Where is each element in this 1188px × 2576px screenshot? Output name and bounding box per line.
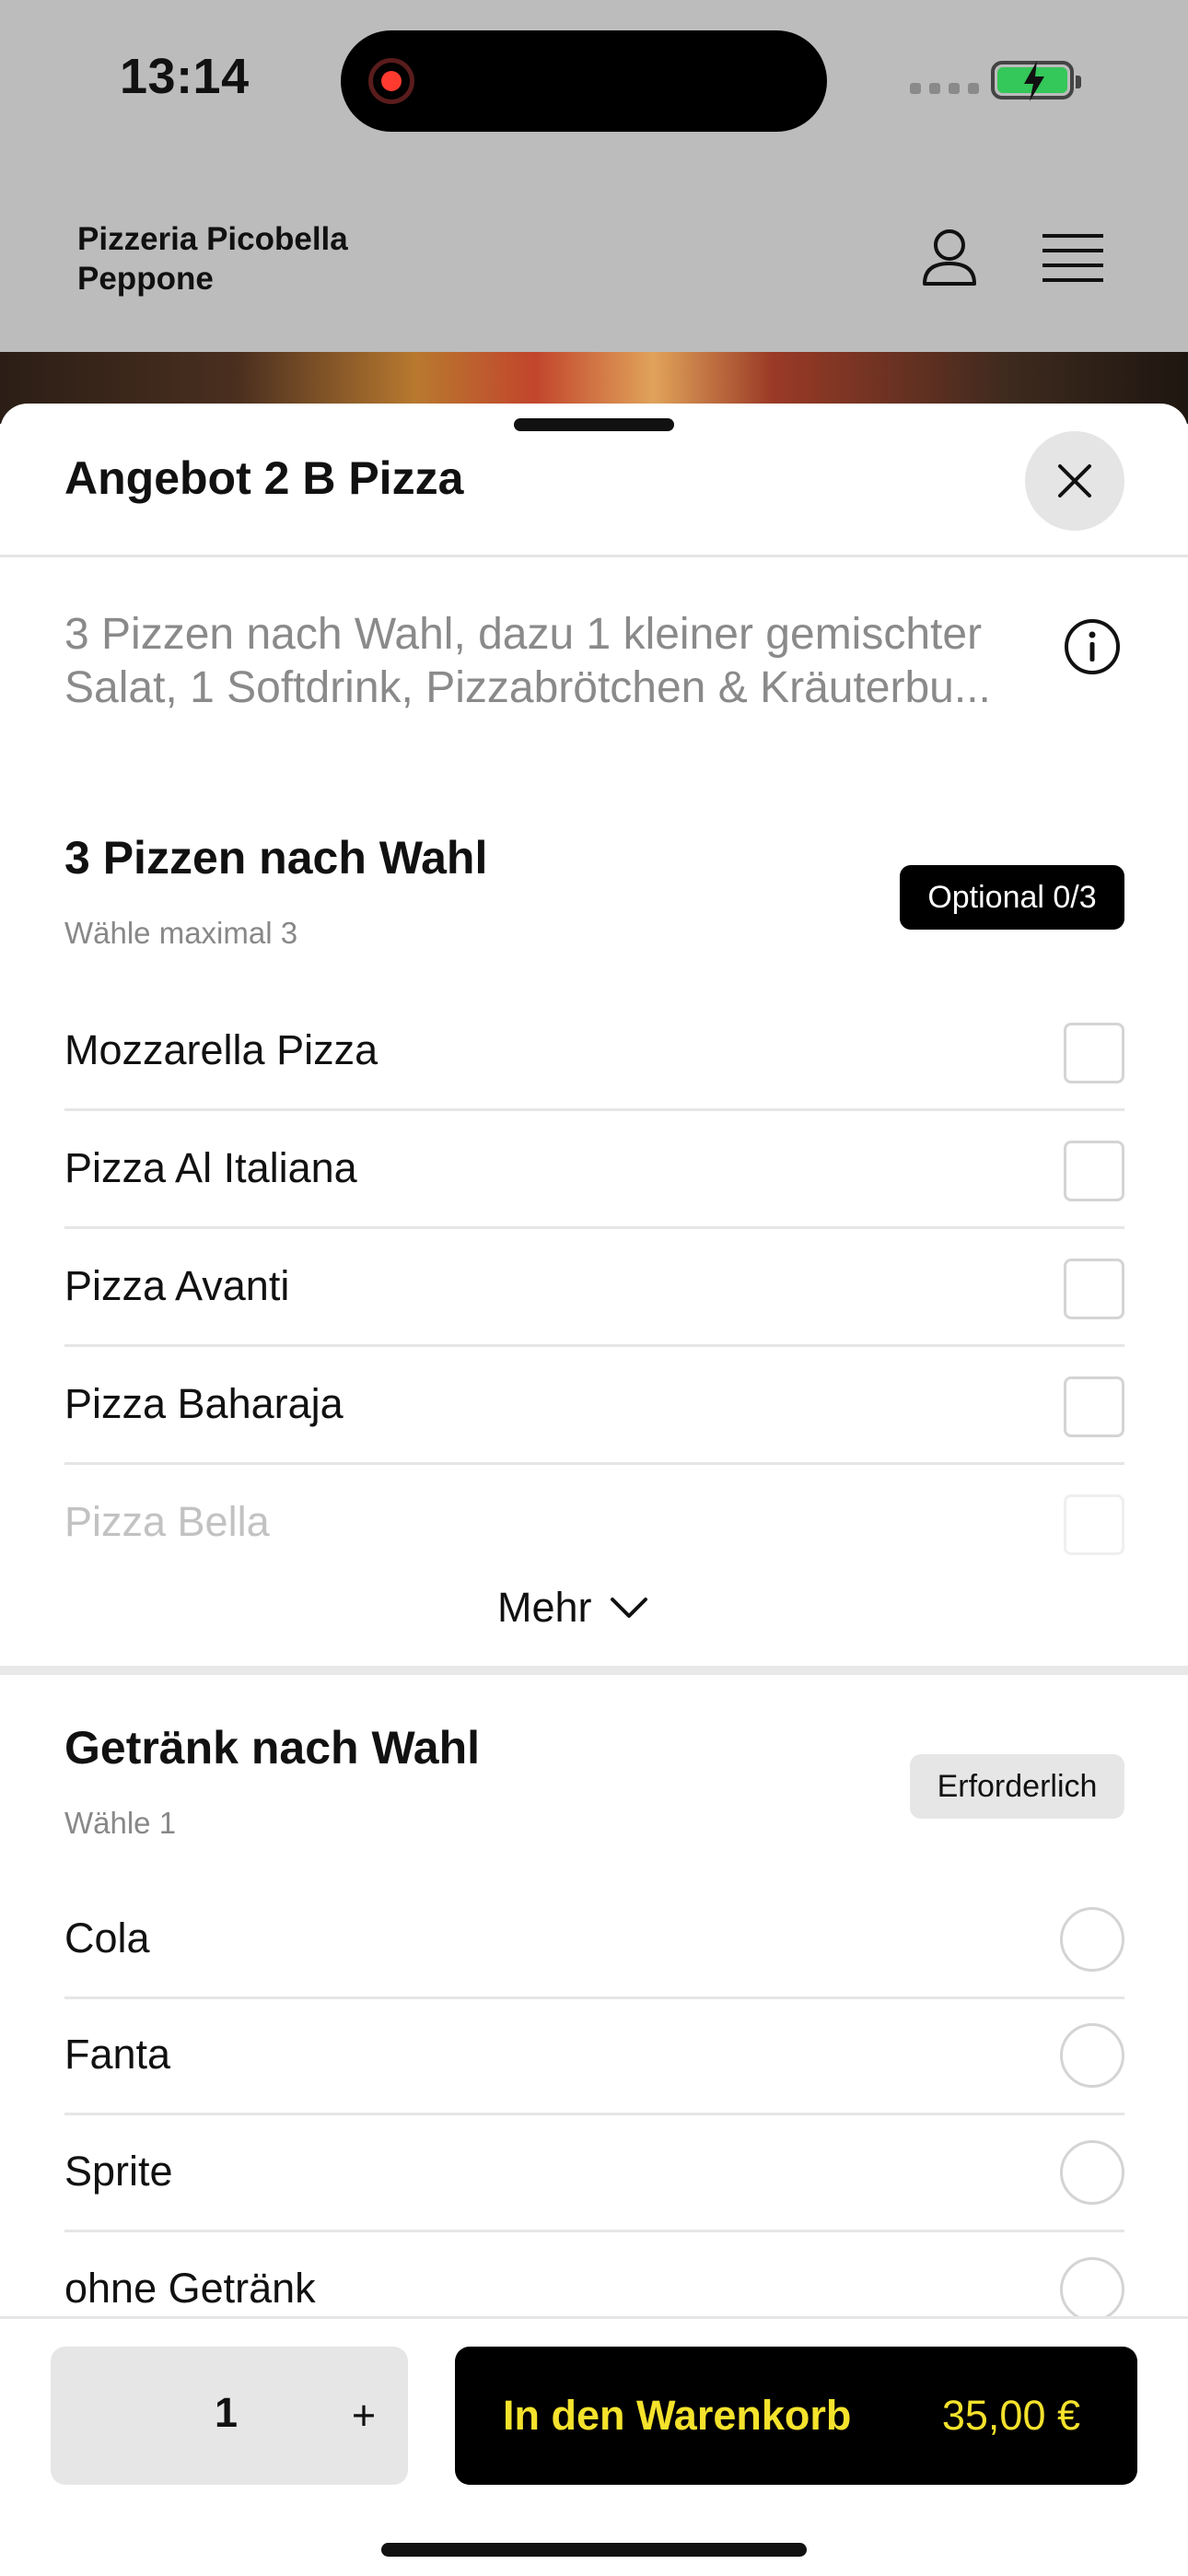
- bottom-bar: 1 + In den Warenkorb 35,00 €: [0, 2316, 1188, 2576]
- dynamic-island: [341, 30, 827, 132]
- close-icon: [1058, 464, 1091, 498]
- option-row[interactable]: Pizza Avanti: [64, 1229, 1124, 1347]
- option-checkbox[interactable]: [1064, 1494, 1124, 1555]
- option-checkbox[interactable]: [1064, 1023, 1124, 1083]
- required-badge: Erforderlich: [910, 1754, 1124, 1819]
- screen-recording-icon: [368, 58, 414, 104]
- option-label: Pizza Baharaja: [64, 1380, 344, 1427]
- menu-icon[interactable]: [1041, 230, 1105, 286]
- option-row[interactable]: Cola: [64, 1881, 1124, 1999]
- option-checkbox[interactable]: [1064, 1259, 1124, 1319]
- more-label: Mehr: [497, 1584, 592, 1631]
- quantity-value: 1: [215, 2389, 239, 2436]
- option-checkbox[interactable]: [1064, 1376, 1124, 1437]
- option-label: Pizza Avanti: [64, 1262, 290, 1309]
- section-subtitle-drinks: Wähle 1: [64, 1806, 177, 1840]
- option-row[interactable]: Pizza Bella: [64, 1465, 1124, 1583]
- section-subtitle-pizzas: Wähle maximal 3: [64, 916, 298, 950]
- option-radio[interactable]: [1060, 2257, 1124, 2322]
- optional-badge: Optional 0/3: [900, 865, 1124, 930]
- info-icon[interactable]: [1063, 617, 1122, 676]
- option-row[interactable]: Sprite: [64, 2114, 1124, 2232]
- add-to-cart-label: In den Warenkorb: [503, 2392, 852, 2439]
- add-to-cart-button[interactable]: In den Warenkorb 35,00 €: [455, 2347, 1137, 2485]
- restaurant-name[interactable]: Pizzeria Picobella Peppone: [77, 219, 464, 299]
- product-description: 3 Pizzen nach Wahl, dazu 1 kleiner gemis…: [64, 610, 991, 712]
- option-radio[interactable]: [1060, 2023, 1124, 2088]
- status-bar: 13:14: [0, 0, 1188, 166]
- option-row[interactable]: Mozzarella Pizza: [64, 993, 1124, 1111]
- chevron-down-icon: [610, 1598, 647, 1618]
- option-label: Sprite: [64, 2148, 173, 2195]
- section-divider: [0, 1666, 1188, 1675]
- close-button[interactable]: [1025, 431, 1124, 531]
- quantity-stepper[interactable]: 1 +: [51, 2347, 408, 2485]
- option-checkbox[interactable]: [1064, 1141, 1124, 1201]
- option-row[interactable]: Pizza Al Italiana: [64, 1111, 1124, 1229]
- battery-charging-icon: [991, 61, 1081, 101]
- option-radio[interactable]: [1060, 1907, 1124, 1972]
- status-time: 13:14: [120, 49, 250, 104]
- sheet-grabber[interactable]: [514, 418, 674, 431]
- option-label: Pizza Al Italiana: [64, 1144, 357, 1191]
- option-label: Fanta: [64, 2031, 171, 2078]
- section-title-pizzas: 3 Pizzen nach Wahl: [64, 832, 488, 884]
- background-app: 13:14 Pizzeria Picobella Peppone: [0, 0, 1188, 424]
- section-title-drinks: Getränk nach Wahl: [64, 1722, 481, 1774]
- option-label: Mozzarella Pizza: [64, 1026, 379, 1073]
- more-button[interactable]: Mehr: [497, 1575, 649, 1640]
- option-label: ohne Getränk: [64, 2265, 316, 2312]
- user-icon[interactable]: [917, 227, 982, 291]
- option-label: Cola: [64, 1914, 150, 1961]
- divider: [0, 555, 1188, 557]
- option-label: Pizza Bella: [64, 1498, 270, 1545]
- product-sheet: Angebot 2 B Pizza 3 Pizzen nach Wahl, da…: [0, 404, 1188, 2576]
- cart-price: 35,00 €: [941, 2392, 1080, 2439]
- option-row[interactable]: Fanta: [64, 1997, 1124, 2115]
- signal-icon: [910, 83, 979, 94]
- option-radio[interactable]: [1060, 2140, 1124, 2205]
- sheet-title: Angebot 2 B Pizza: [64, 452, 464, 504]
- option-row[interactable]: Pizza Baharaja: [64, 1347, 1124, 1465]
- quantity-plus-button[interactable]: +: [327, 2374, 401, 2457]
- home-indicator: [381, 2543, 807, 2557]
